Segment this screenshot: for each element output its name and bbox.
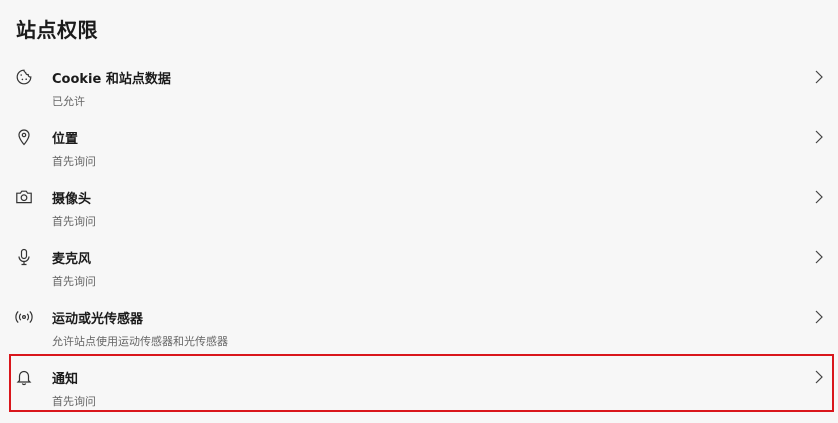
permission-status: 已允许 bbox=[52, 95, 85, 108]
chevron-right-icon bbox=[815, 70, 823, 84]
permission-item-camera[interactable]: 摄像头 首先询问 bbox=[0, 168, 838, 228]
location-icon bbox=[14, 128, 34, 146]
permission-status: 首先询问 bbox=[52, 275, 96, 288]
permission-item-microphone[interactable]: 麦克风 首先询问 bbox=[0, 228, 838, 288]
permission-status: 首先询问 bbox=[52, 155, 96, 168]
chevron-right-icon bbox=[815, 310, 823, 324]
permission-status: 允许站点使用运动传感器和光传感器 bbox=[52, 335, 228, 348]
chevron-right-icon bbox=[815, 370, 823, 384]
sensor-icon bbox=[14, 308, 34, 326]
permission-item-location[interactable]: 位置 首先询问 bbox=[0, 108, 838, 168]
page-title: 站点权限 bbox=[16, 18, 98, 42]
permission-title: 麦克风 bbox=[52, 252, 92, 267]
permission-status: 首先询问 bbox=[52, 395, 96, 408]
chevron-right-icon bbox=[815, 190, 823, 204]
permission-title: 运动或光传感器 bbox=[52, 312, 144, 327]
permission-item-notifications[interactable]: 通知 首先询问 bbox=[0, 348, 838, 412]
permission-item-cookies[interactable]: Cookie 和站点数据 已允许 bbox=[0, 48, 838, 108]
bell-icon bbox=[14, 368, 34, 386]
permission-item-motion-sensors[interactable]: 运动或光传感器 允许站点使用运动传感器和光传感器 bbox=[0, 288, 838, 348]
permission-title: 摄像头 bbox=[52, 192, 92, 207]
permission-title: 通知 bbox=[52, 372, 79, 387]
permission-status: 首先询问 bbox=[52, 215, 96, 228]
microphone-icon bbox=[14, 248, 34, 266]
permission-title: Cookie 和站点数据 bbox=[52, 72, 171, 87]
cookie-icon bbox=[14, 68, 34, 86]
permission-title: 位置 bbox=[52, 132, 79, 147]
chevron-right-icon bbox=[815, 130, 823, 144]
chevron-right-icon bbox=[815, 250, 823, 264]
camera-icon bbox=[14, 188, 34, 206]
permissions-list: Cookie 和站点数据 已允许 位置 首先询问 摄像头 首先询问 麦克风 首先… bbox=[0, 48, 838, 412]
